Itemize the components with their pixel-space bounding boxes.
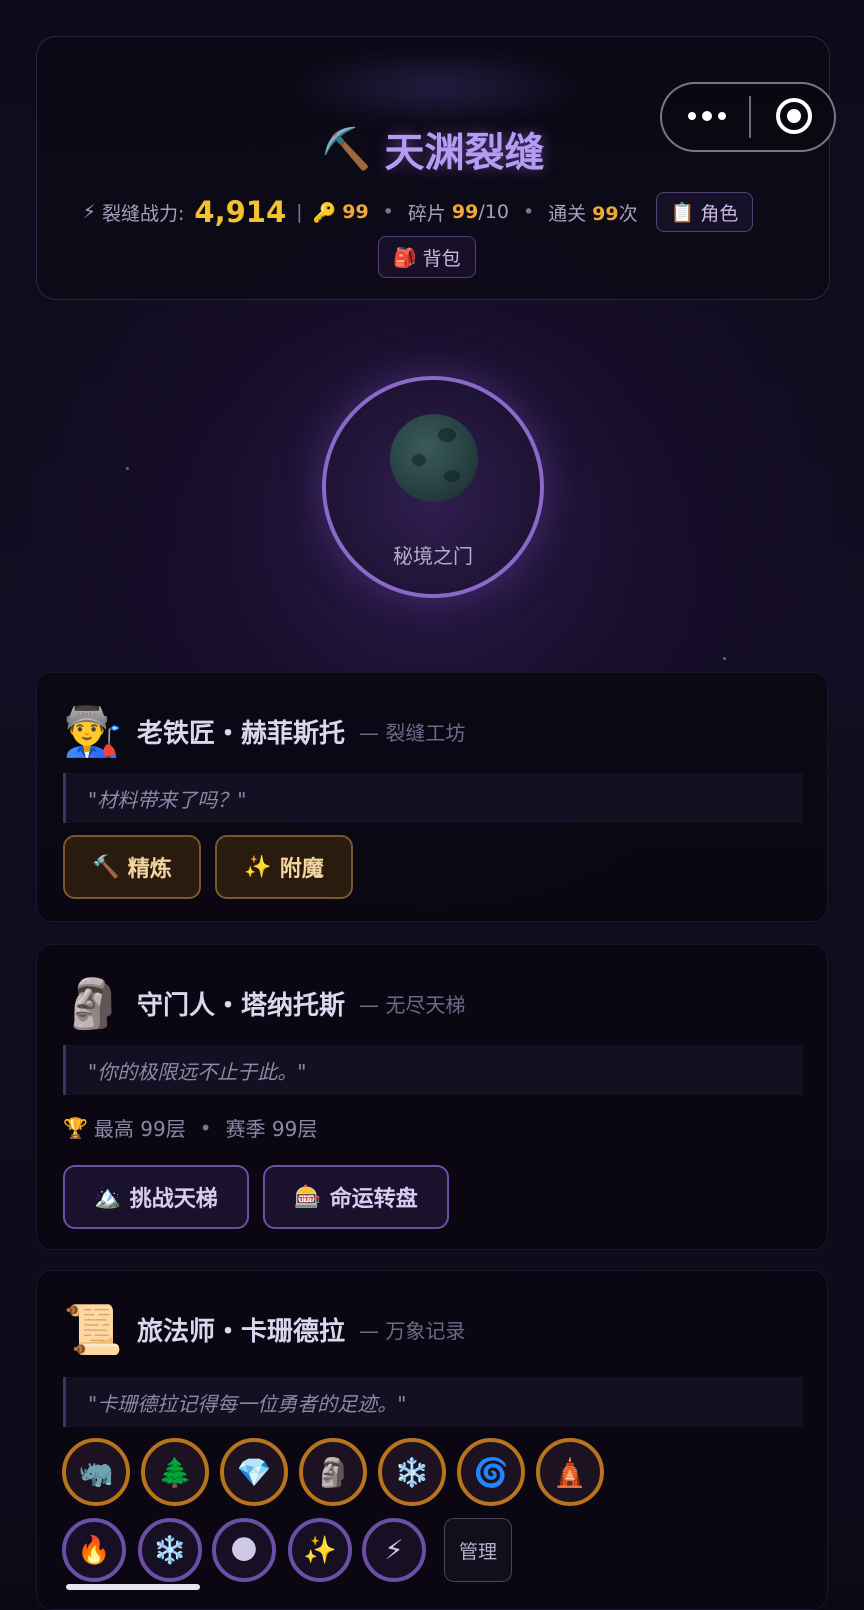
dot-separator: •	[522, 201, 535, 223]
clear-label: 通关	[548, 202, 587, 225]
npc-quote: "材料带来了吗？"	[63, 773, 803, 823]
role-button-label: 角色	[700, 202, 739, 225]
backpack-icon: 🎒	[393, 246, 417, 269]
npc-name: 老铁匠・赫菲斯托	[137, 718, 346, 749]
npc-role: — 万象记录	[359, 1318, 466, 1343]
enchant-label: 附魔	[279, 857, 324, 882]
factory-worker-icon: 👨‍🏭	[63, 703, 123, 760]
npc-quote: "你的极限远不止于此。"	[63, 1045, 803, 1095]
power-label: 裂缝战力:	[102, 202, 185, 225]
fire-icon[interactable]: 🔥	[62, 1518, 126, 1582]
gem-icon[interactable]: 💎	[220, 1438, 288, 1506]
pickaxe-icon: ⛏️	[321, 126, 372, 173]
title-text: 天渊裂缝	[384, 130, 545, 176]
ladder-challenge-label: 挑战天梯	[129, 1187, 218, 1212]
target-icon[interactable]	[776, 98, 812, 134]
new-moon-icon[interactable]: 🌑	[212, 1518, 276, 1582]
cyclone-icon[interactable]: 🌀	[457, 1438, 525, 1506]
clipboard-icon: 📋	[670, 201, 695, 224]
fate-wheel-button[interactable]: 🎰 命运转盘	[263, 1165, 449, 1229]
key-count: 99	[342, 201, 369, 223]
fate-wheel-label: 命运转盘	[329, 1187, 418, 1212]
bag-button-label: 背包	[422, 247, 461, 270]
header-blur	[287, 47, 587, 127]
npc-name: 旅法师・卡珊德拉	[137, 1316, 346, 1347]
tree-icon[interactable]: 🌲	[141, 1438, 209, 1506]
best-floor: 最高 99层	[93, 1117, 186, 1141]
ladder-challenge-button[interactable]: 🏔️ 挑战天梯	[63, 1165, 249, 1229]
npc-name: 守门人・塔纳托斯	[137, 990, 346, 1021]
snowflake-icon[interactable]: ❄️	[378, 1438, 446, 1506]
star	[723, 657, 726, 660]
home-indicator	[66, 1584, 200, 1590]
temple-icon[interactable]: 🛕	[536, 1438, 604, 1506]
shard-count: 99	[451, 201, 479, 223]
rhino-icon[interactable]: 🦏	[62, 1438, 130, 1506]
npc-quote: "卡珊德拉记得每一位勇者的足迹。"	[63, 1377, 803, 1427]
npc-header: 📜 旅法师・卡珊德拉 — 万象记录	[63, 1299, 465, 1359]
lightning-icon: ⚡	[82, 201, 96, 223]
star	[126, 467, 129, 470]
role-button[interactable]: 📋 角色	[655, 192, 754, 232]
capsule-divider	[749, 96, 751, 138]
npc-header: 🗿 守门人・塔纳托斯 — 无尽天梯	[63, 973, 465, 1033]
shard-max: /10	[478, 201, 509, 223]
npc-card-gatekeeper: 🗿 守门人・塔纳托斯 — 无尽天梯 "你的极限远不止于此。" 🏆 最高 99层 …	[36, 944, 828, 1250]
dot-separator: •	[199, 1115, 212, 1140]
moai-icon: 🗿	[63, 975, 123, 1032]
clear-count: 99	[592, 202, 619, 225]
season-floor: 赛季 99层	[225, 1117, 318, 1141]
portal-button[interactable]: 秘境之门	[322, 376, 544, 598]
scroll-icon: 📜	[63, 1301, 123, 1358]
more-dots-icon[interactable]	[688, 98, 738, 134]
npc-header: 👨‍🏭 老铁匠・赫菲斯托 — 裂缝工坊	[63, 701, 465, 761]
lightning-icon[interactable]: ⚡	[362, 1518, 426, 1582]
npc-role: — 裂缝工坊	[359, 720, 466, 745]
shard-label: 碎片	[407, 202, 446, 225]
key-icon: 🔑	[312, 201, 337, 224]
new-moon-icon	[390, 414, 478, 502]
npc-role: — 无尽天梯	[359, 992, 466, 1017]
sparkles-icon: ✨	[244, 854, 272, 880]
bag-button[interactable]: 🎒 背包	[378, 236, 476, 278]
hammer-icon: 🔨	[92, 854, 120, 880]
ladder-record: 🏆 最高 99层 • 赛季 99层	[63, 1113, 317, 1142]
slot-machine-icon: 🎰	[294, 1184, 322, 1210]
mini-program-capsule	[660, 82, 836, 152]
portal-label: 秘境之门	[393, 544, 473, 568]
clear-unit: 次	[618, 202, 638, 225]
refine-label: 精炼	[127, 857, 172, 882]
sparkles-icon[interactable]: ✨	[288, 1518, 352, 1582]
manage-button[interactable]: 管理	[444, 1518, 512, 1582]
power-value: 4,914	[194, 195, 287, 229]
refine-button[interactable]: 🔨 精炼	[63, 835, 201, 899]
moai-icon[interactable]: 🗿	[299, 1438, 367, 1506]
trophy-icon: 🏆	[63, 1115, 88, 1140]
mountain-icon: 🏔️	[94, 1184, 122, 1210]
stats-row: ⚡ 裂缝战力: 4,914 | 🔑 99 • 碎片 99/10 • 通关 99次…	[58, 190, 778, 234]
enchant-button[interactable]: ✨ 附魔	[215, 835, 353, 899]
npc-card-blacksmith: 👨‍🏭 老铁匠・赫菲斯托 — 裂缝工坊 "材料带来了吗？" 🔨 精炼 ✨ 附魔	[36, 672, 828, 922]
snowflake-icon[interactable]: ❄️	[138, 1518, 202, 1582]
separator: |	[296, 201, 303, 223]
dot-separator: •	[382, 201, 394, 223]
